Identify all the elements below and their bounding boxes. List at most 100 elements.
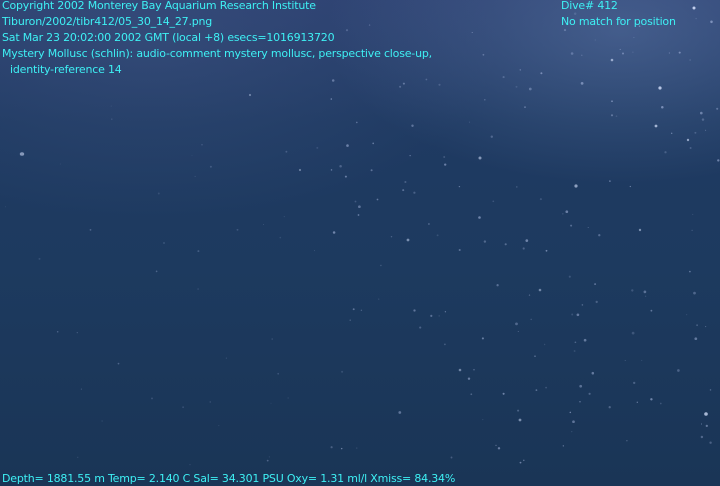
particle — [236, 228, 239, 231]
particle — [515, 322, 518, 326]
particle — [163, 242, 165, 244]
particle — [155, 270, 158, 273]
overlay-right-block: Dive# 412 No match for position — [561, 0, 676, 30]
particle — [717, 159, 720, 162]
particle — [316, 146, 319, 149]
particle — [609, 180, 611, 182]
particle — [287, 397, 289, 399]
particle — [658, 86, 662, 90]
particle — [659, 402, 662, 405]
particle — [574, 341, 577, 344]
particle — [705, 129, 707, 131]
particle — [576, 313, 580, 317]
particle — [587, 226, 589, 229]
particle — [519, 69, 522, 71]
particle — [56, 331, 59, 333]
particle — [80, 388, 82, 390]
particle — [611, 100, 613, 103]
particle — [111, 118, 113, 120]
particle — [151, 397, 153, 400]
particle — [496, 284, 499, 287]
particle — [692, 213, 694, 216]
particle — [425, 78, 428, 81]
particle — [372, 142, 375, 145]
overlay-left-block: Copyright 2002 Monterey Bay Aquarium Res… — [2, 0, 432, 78]
particle — [330, 446, 333, 449]
particle — [622, 52, 624, 55]
particle — [443, 156, 446, 158]
particle — [528, 87, 532, 91]
particle — [471, 31, 473, 34]
particle — [482, 419, 484, 421]
annotation-line-1: Mystery Mollusc (schlin): audio-comment … — [2, 47, 432, 60]
particle — [444, 311, 447, 313]
particle — [504, 243, 507, 246]
particle — [579, 401, 581, 403]
particle — [650, 309, 653, 312]
position-status-text: No match for position — [561, 15, 676, 28]
particle — [636, 401, 638, 403]
particle — [643, 290, 647, 294]
particle — [528, 294, 531, 296]
particle — [530, 318, 532, 321]
particle — [608, 406, 611, 409]
particle — [518, 418, 522, 422]
particle — [314, 250, 315, 252]
particle — [598, 234, 601, 237]
particle — [700, 435, 704, 439]
particle — [218, 425, 220, 427]
particle — [705, 326, 707, 328]
particle — [413, 309, 416, 312]
particle — [545, 386, 547, 389]
particle — [473, 368, 475, 371]
particle — [700, 423, 703, 425]
particle — [478, 156, 482, 160]
particle — [534, 355, 536, 357]
particle — [631, 289, 634, 292]
particle — [331, 79, 335, 82]
particle — [340, 447, 343, 450]
particle — [467, 377, 471, 380]
particle — [696, 324, 698, 327]
particle — [277, 372, 280, 375]
particle — [545, 249, 548, 252]
particle — [632, 51, 634, 53]
particle — [283, 216, 285, 218]
particle — [266, 459, 269, 462]
particle — [330, 98, 333, 100]
particle — [444, 163, 447, 166]
particle — [483, 240, 487, 243]
particle — [644, 295, 647, 297]
particle — [248, 93, 252, 97]
particle — [458, 368, 462, 372]
particle — [354, 200, 357, 203]
particle — [197, 288, 199, 290]
particle — [686, 138, 690, 142]
copyright-text: Copyright 2002 Monterey Bay Aquarium Res… — [2, 0, 316, 12]
particle — [182, 406, 185, 409]
particle — [399, 85, 402, 88]
particle — [709, 441, 712, 444]
particle — [619, 48, 621, 50]
particle — [502, 392, 505, 395]
particle — [101, 420, 103, 422]
particle — [693, 291, 696, 295]
particle — [450, 456, 453, 459]
particle — [570, 52, 574, 55]
particle — [716, 107, 719, 110]
particle — [197, 250, 200, 253]
particle — [270, 402, 272, 404]
particle — [631, 331, 635, 335]
particle — [356, 121, 358, 124]
particle — [332, 231, 336, 234]
particle — [482, 53, 485, 56]
particle — [571, 430, 573, 433]
particle — [624, 359, 626, 362]
particle — [668, 52, 670, 54]
particle — [540, 72, 543, 75]
particle — [191, 155, 193, 157]
particle — [59, 163, 61, 165]
particle — [398, 411, 402, 414]
particle — [581, 54, 583, 57]
particle — [38, 257, 41, 260]
